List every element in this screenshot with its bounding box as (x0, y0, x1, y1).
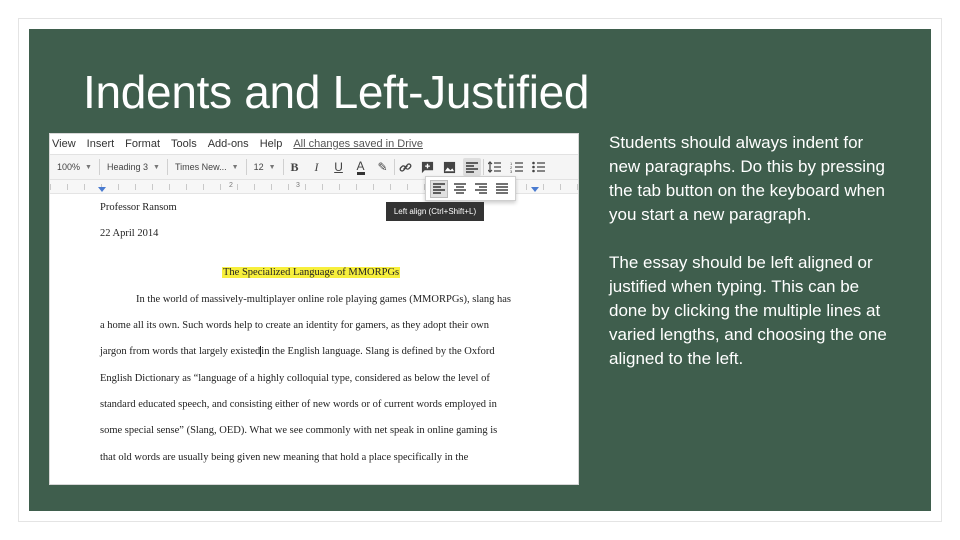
ruler-number: 3 (296, 182, 300, 189)
left-align-tooltip: Left align (Ctrl+Shift+L) (386, 202, 484, 221)
doc-line: In the world of massively-multiplayer on… (136, 294, 512, 305)
menu-help[interactable]: Help (260, 138, 283, 150)
toolbar-divider (393, 159, 395, 175)
align-right-icon[interactable] (472, 180, 490, 198)
link-icon[interactable] (397, 158, 415, 176)
menu-tools[interactable]: Tools (171, 138, 197, 150)
menu-format[interactable]: Format (125, 138, 160, 150)
align-left-icon[interactable] (462, 158, 481, 176)
chevron-down-icon: ▼ (85, 163, 92, 171)
right-margin-marker[interactable] (531, 187, 539, 192)
chevron-down-icon: ▼ (231, 163, 239, 171)
doc-line: that old words are usually being given n… (100, 452, 469, 463)
comment-icon[interactable] (419, 158, 437, 176)
toolbar-divider (482, 159, 484, 175)
menu-bar: View Insert Format Tools Add-ons Help Al… (50, 134, 578, 154)
doc-line: English Dictionary as “language of a hig… (100, 373, 490, 384)
justify-icon[interactable] (493, 180, 511, 198)
toolbar-divider (282, 159, 284, 175)
menu-addons[interactable]: Add-ons (208, 138, 249, 150)
menu-insert[interactable]: Insert (87, 138, 115, 150)
chevron-down-icon: ▼ (268, 163, 276, 171)
line-spacing-icon[interactable] (486, 158, 504, 176)
font-size-select[interactable]: 12 ▼ (247, 155, 283, 179)
align-center-icon[interactable] (451, 180, 469, 198)
doc-line-with-cursor[interactable]: jargon from words that largely existedin… (100, 346, 495, 358)
slide-body-text: Students should always indent for new pa… (609, 131, 899, 395)
zoom-value: 100% (57, 162, 81, 172)
slide: Indents and Left-Justified View Insert F… (29, 29, 931, 511)
paragraph-align-instruction: The essay should be left aligned or just… (609, 253, 887, 368)
underline-icon[interactable]: U (330, 158, 348, 176)
ruler-number: 2 (229, 182, 233, 189)
zoom-select[interactable]: 100% ▼ (50, 155, 99, 179)
doc-line-part: in the English language. Slang is define… (261, 346, 495, 357)
highlight-pen-icon[interactable]: ✎ (374, 158, 392, 176)
style-select[interactable]: Heading 3 ▼ (100, 155, 167, 179)
doc-line: a home all its own. Such words help to c… (100, 320, 489, 331)
alignment-popup (425, 176, 516, 201)
italic-icon[interactable]: I (308, 158, 326, 176)
style-value: Heading 3 (106, 162, 149, 172)
font-select[interactable]: Times New... ▼ (168, 155, 246, 179)
text-color-icon[interactable]: A (352, 158, 370, 176)
doc-line-part: jargon from words that largely existed (100, 346, 261, 357)
image-icon[interactable] (441, 158, 459, 176)
doc-professor-name: Professor Ransom (100, 202, 177, 213)
doc-line: some special sense” (Slang, OED). What w… (100, 425, 498, 436)
indent-marker[interactable] (98, 187, 106, 192)
saved-status-link[interactable]: All changes saved in Drive (293, 138, 423, 150)
doc-title-highlighted: The Specialized Language of MMORPGs (222, 267, 401, 278)
paragraph-indent-instruction: Students should always indent for new pa… (609, 133, 885, 224)
bold-icon[interactable]: B (286, 158, 304, 176)
align-left-icon[interactable] (430, 179, 449, 198)
menu-view[interactable]: View (52, 138, 76, 150)
doc-line: standard educated speech, and consisting… (100, 399, 497, 410)
svg-text:3: 3 (510, 169, 513, 173)
docs-screenshot: View Insert Format Tools Add-ons Help Al… (49, 133, 579, 485)
numbered-list-icon[interactable]: 123 (508, 158, 526, 176)
doc-date: 22 April 2014 (100, 228, 159, 239)
font-size-value: 12 (253, 162, 264, 172)
font-value: Times New... (174, 162, 227, 172)
slide-title: Indents and Left-Justified (83, 66, 590, 118)
bulleted-list-icon[interactable] (530, 158, 548, 176)
chevron-down-icon: ▼ (153, 163, 160, 171)
